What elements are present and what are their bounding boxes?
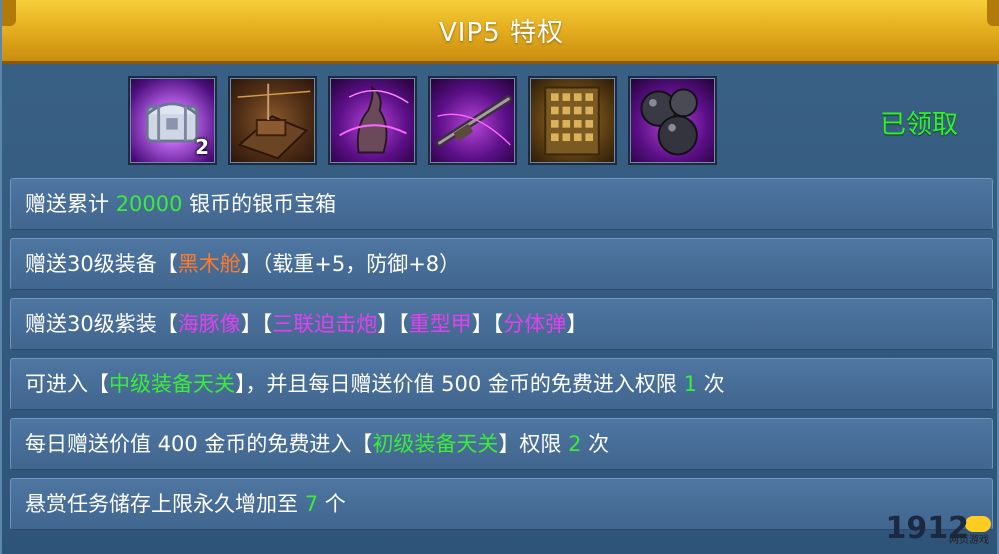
reward-item-black-wood-ship[interactable] (228, 76, 317, 165)
row-item-purple: 分体弹 (503, 312, 567, 336)
row-text: 】，并且每日赠送价值 500 金币的免费进入权限 (235, 372, 684, 396)
row-text: 】【 (377, 312, 409, 336)
triple-mortar-cannon-icon (435, 95, 513, 147)
row-text: 】权限 (498, 432, 569, 456)
row-item-purple: 重型甲 (408, 312, 472, 336)
row-value-green: 2 (568, 432, 582, 456)
black-wood-ship-icon (237, 83, 311, 160)
header-bar: VIP5 特权 (2, 0, 999, 64)
page-title: VIP5 特权 (439, 18, 564, 48)
reward-items: 2 (128, 76, 717, 168)
row-text: 次 (696, 372, 725, 396)
row-text: 银币的银币宝箱 (182, 192, 337, 216)
watermark-sub: 网页游戏 (949, 535, 989, 546)
privilege-row-mid-dungeon: 可进入【中级装备天关】，并且每日赠送价值 500 金币的免费进入权限 1 次 (10, 358, 993, 410)
row-value-green: 1 (683, 372, 697, 396)
row-value-green: 20000 (115, 192, 183, 216)
row-text: 可进入【 (25, 372, 109, 396)
item-count: 2 (195, 135, 209, 159)
row-value-green: 中级装备天关 (109, 372, 235, 396)
row-text: 悬赏任务储存上限永久增加至 (25, 492, 305, 516)
site-watermark: 1912 网页游戏 (831, 484, 991, 550)
vip-privilege-panel: VIP5 特权 2 已领取 赠送累计 20000 银币的银币宝箱 赠送30级装备… (0, 0, 999, 554)
row-text: 赠送30级紫装【 (25, 312, 178, 336)
reward-item-dolphin-figurehead[interactable] (328, 76, 417, 165)
row-text: 次 (581, 432, 610, 456)
heavy-armor-icon (544, 86, 600, 156)
row-text: 赠送30级装备【 (25, 252, 178, 276)
row-item-purple: 三联迫击炮 (272, 312, 378, 336)
row-text: 】【 (471, 312, 504, 336)
claimed-status: 已领取 (880, 110, 959, 140)
privilege-row-basic-dungeon: 每日赠送价值 400 金币的免费进入【初级装备天关】权限 2 次 (10, 418, 993, 470)
reward-item-heavy-armor[interactable] (528, 76, 617, 165)
row-value-green: 7 (304, 492, 319, 516)
privilege-row-equipment: 赠送30级装备【黑木舱】（载重+5，防御+8） (10, 238, 993, 290)
row-text: 】（载重+5，防御+8） (240, 252, 461, 276)
row-text: 每日赠送价值 400 金币的免费进入【 (25, 432, 373, 456)
reward-item-silver-chest[interactable]: 2 (128, 76, 217, 165)
row-item-purple: 海豚像 (177, 312, 241, 336)
split-cannonball-icon (640, 88, 698, 156)
reward-item-split-cannonball[interactable] (628, 76, 717, 165)
row-item-orange: 黑木舱 (177, 252, 241, 276)
row-text: 个 (318, 492, 346, 516)
row-text: 】 (566, 312, 588, 336)
privilege-row-purple-gear: 赠送30级紫装【海豚像】【三联迫击炮】【重型甲】【分体弹】 (10, 298, 993, 350)
privilege-row-silver-chest: 赠送累计 20000 银币的银币宝箱 (10, 178, 993, 230)
row-value-green: 初级装备天关 (372, 432, 499, 456)
reward-item-triple-mortar[interactable] (428, 76, 517, 165)
row-text: 】【 (240, 312, 273, 336)
row-text: 赠送累计 (25, 192, 116, 216)
dolphin-figurehead-icon (339, 85, 409, 154)
